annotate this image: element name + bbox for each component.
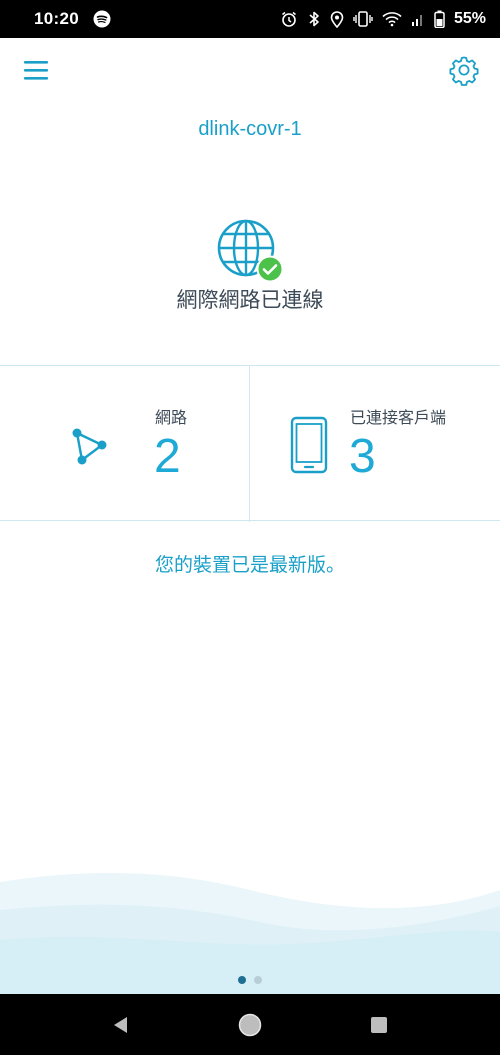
networks-label: 網路 [155,408,188,427]
status-time: 10:20 [34,9,79,28]
clients-count: 3 [349,430,376,483]
system-nav-bar [0,994,500,1055]
clients-label: 已連接客戶端 [350,408,447,427]
clients-stat[interactable]: 已連接客戶端 3 [250,366,500,522]
spotify-icon [93,10,111,28]
internet-status-icon [215,217,285,283]
battery-icon [434,10,445,28]
app-bar [0,38,500,106]
phone-icon [290,416,328,474]
check-badge-icon [256,255,284,283]
firmware-status-text: 您的裝置已是最新版。 [154,554,345,576]
hamburger-menu-icon [24,61,48,80]
back-button[interactable] [106,1010,136,1040]
status-left: 10:20 [34,9,111,29]
settings-button[interactable] [448,54,480,86]
battery-percent: 55% [453,10,486,27]
vibrate-icon [353,10,373,28]
gear-icon [449,56,479,86]
networks-stat[interactable]: 網路 2 [0,366,249,522]
bluetooth-icon [307,10,321,28]
page-dot-active[interactable] [238,976,246,984]
status-bar: 10:20 55% [0,0,500,38]
wifi-icon [382,11,402,27]
network-nodes-icon [72,428,107,465]
status-right: 55% [280,10,486,28]
home-circle-icon [238,1013,262,1037]
device-name: dlink-covr-1 [198,118,302,140]
wave-background [0,872,500,994]
location-icon [330,10,344,28]
page-dot-inactive[interactable] [254,976,262,984]
networks-count: 2 [154,430,181,483]
home-button[interactable] [235,1010,265,1040]
stats-panel: 網路 2 已連接客戶端 3 [0,365,500,522]
menu-button[interactable] [22,56,52,86]
signal-icon [411,11,425,27]
internet-status-text: 網際網路已連線 [176,288,324,312]
recents-button[interactable] [364,1010,394,1040]
back-triangle-icon [114,1017,127,1033]
alarm-icon [280,10,298,28]
recents-square-icon [371,1017,387,1033]
page-indicator [0,976,500,986]
